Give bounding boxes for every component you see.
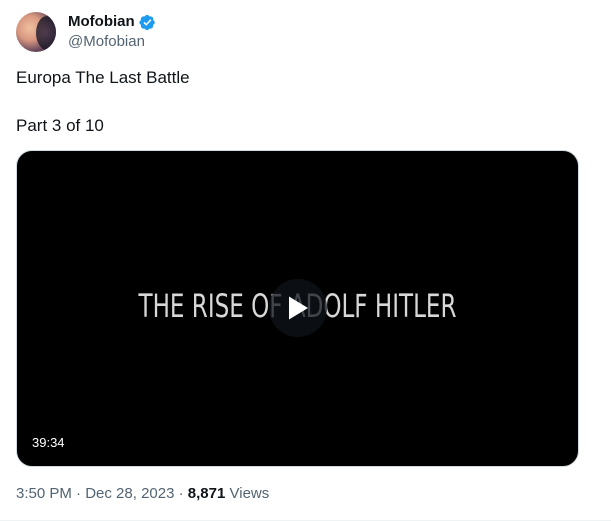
author-display-name[interactable]: Mofobian [68, 12, 135, 32]
tweet-time[interactable]: 3:50 PM [16, 485, 72, 502]
avatar[interactable] [16, 12, 56, 52]
views-label: Views [229, 485, 270, 502]
meta-separator: · [178, 485, 184, 502]
play-icon [289, 296, 308, 320]
meta-separator: · [76, 485, 82, 502]
tweet-meta: 3:50 PM · Dec 28, 2023 · 8,871 Views [16, 484, 269, 504]
views-count[interactable]: 8,871 [188, 485, 226, 502]
avatar-image [36, 16, 56, 50]
video-player[interactable]: THE RISE OF ADOLF HITLER 39:34 [16, 150, 579, 467]
verified-badge-icon [139, 14, 155, 30]
tweet-text-line-2: Part 3 of 10 [16, 116, 104, 135]
video-duration: 39:34 [32, 435, 65, 450]
play-button[interactable] [269, 279, 327, 337]
tweet-date[interactable]: Dec 28, 2023 [85, 485, 174, 502]
tweet-text-line-1: Europa The Last Battle [16, 68, 190, 87]
author-name-row: Mofobian [68, 12, 156, 32]
author-handle[interactable]: @Mofobian [68, 32, 145, 52]
